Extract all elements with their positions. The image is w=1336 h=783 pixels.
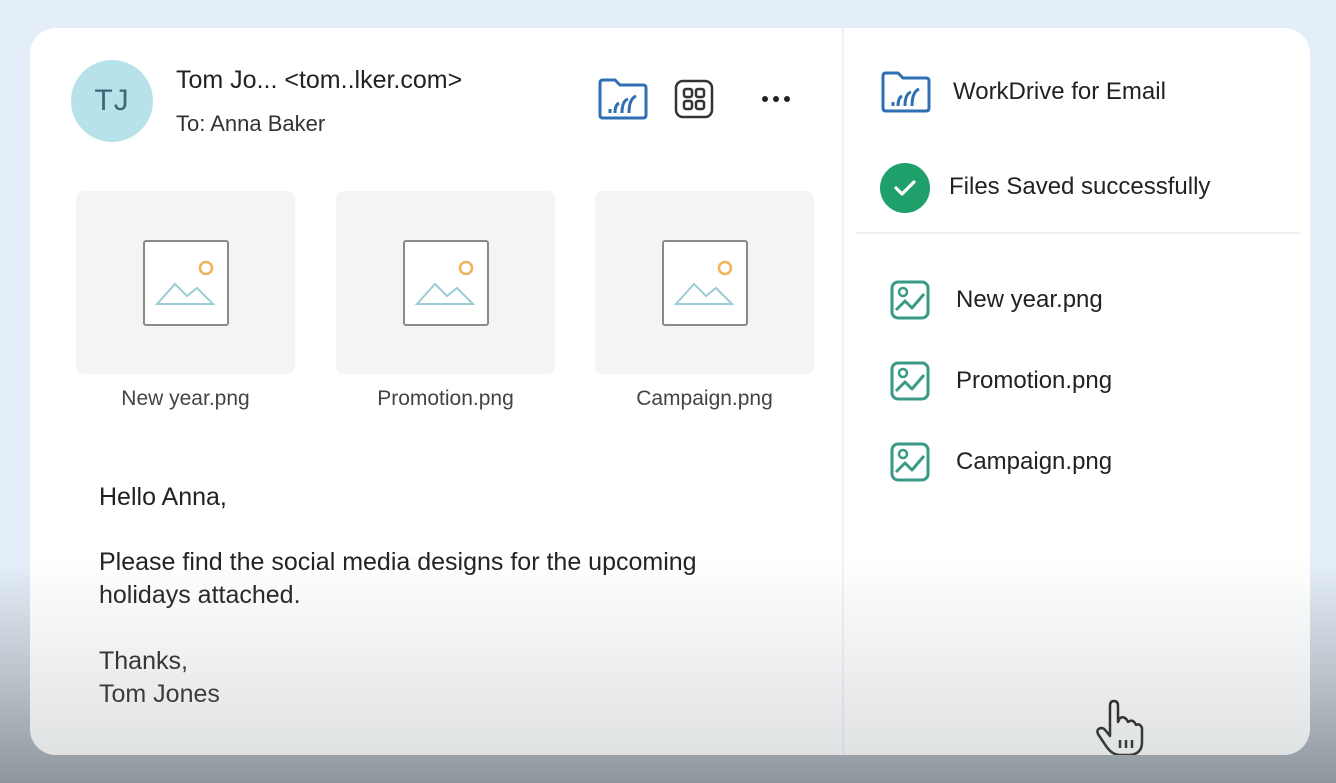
attachment-thumbnail[interactable] xyxy=(76,191,295,374)
image-placeholder-icon xyxy=(402,239,489,326)
workdrive-button[interactable] xyxy=(596,76,650,122)
email-message-line-1: Please find the social media designs for… xyxy=(99,548,697,576)
panel-divider xyxy=(842,28,844,755)
image-placeholder-icon xyxy=(142,239,229,326)
panel-title: WorkDrive for Email xyxy=(953,78,1166,105)
sender-name: Tom Jo... <tom..lker.com> xyxy=(176,66,463,94)
email-greeting: Hello Anna, xyxy=(99,483,227,511)
attachment-name: Promotion.png xyxy=(377,387,514,410)
hand-cursor-icon xyxy=(1096,699,1144,755)
attachment-name: New year.png xyxy=(121,387,250,410)
attachment-thumbnail[interactable] xyxy=(595,191,814,374)
apps-button[interactable] xyxy=(673,78,715,120)
grid-icon xyxy=(674,79,714,119)
image-placeholder-icon xyxy=(661,239,748,326)
more-options-button[interactable] xyxy=(756,84,796,114)
saved-file-item[interactable]: Promotion.png xyxy=(888,359,1112,403)
saved-file-name: Promotion.png xyxy=(956,367,1113,394)
status-message: Files Saved successfully xyxy=(949,173,1211,200)
workdrive-folder-icon xyxy=(598,78,648,120)
recipient-line: To: Anna Baker xyxy=(176,111,326,136)
image-file-icon xyxy=(888,278,932,322)
avatar-initials: TJ xyxy=(94,84,130,117)
image-file-icon xyxy=(888,440,932,484)
saved-file-name: New year.png xyxy=(956,286,1103,313)
workdrive-logo-icon xyxy=(881,71,931,113)
saved-file-item[interactable]: Campaign.png xyxy=(888,440,1112,484)
attachment-thumbnail[interactable] xyxy=(336,191,555,374)
email-signoff: Thanks, xyxy=(99,647,188,675)
email-window: TJ Tom Jo... <tom..lker.com> To: Anna Ba… xyxy=(30,28,1310,755)
panel-section-divider xyxy=(856,232,1300,234)
sender-avatar: TJ xyxy=(71,60,153,142)
email-signature: Tom Jones xyxy=(99,680,220,708)
more-icon xyxy=(762,96,790,102)
attachment-card[interactable]: Promotion.png xyxy=(336,191,555,411)
saved-file-name: Campaign.png xyxy=(956,448,1113,475)
email-message-line-2: holidays attached. xyxy=(99,581,301,609)
success-check-icon xyxy=(880,163,930,213)
attachment-card[interactable]: New year.png xyxy=(76,191,295,411)
image-file-icon xyxy=(888,359,932,403)
attachment-card[interactable]: Campaign.png xyxy=(595,191,814,411)
attachment-name: Campaign.png xyxy=(636,387,773,410)
saved-file-item[interactable]: New year.png xyxy=(888,278,1103,322)
